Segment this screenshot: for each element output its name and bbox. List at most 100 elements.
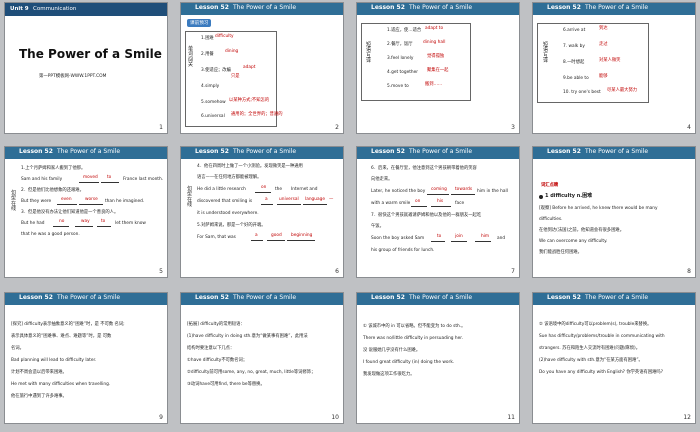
slide-number: 4	[687, 124, 691, 131]
note-line: ①have difficulty不可数名词；	[187, 358, 248, 363]
vocab-item: 1.困难	[201, 36, 214, 41]
slide-thumbnail-7[interactable]: Lesson 52 The Power of a Smile 6．后来，在餐厅里，…	[356, 146, 520, 278]
lesson-label: Lesson 52	[195, 294, 229, 301]
phrase-item: 10. try one's best	[563, 90, 601, 95]
phrase-item: 8.一时想起	[563, 60, 585, 65]
slide-number: 5	[159, 268, 163, 275]
lesson-topic: The Power of a Smile	[57, 294, 121, 301]
sentence-line: face	[455, 201, 465, 206]
slide-thumbnail-2[interactable]: Lesson 52 The Power of a Smile 课前预习 单词闯关 …	[180, 2, 344, 134]
slide-thumbnail-5[interactable]: Lesson 52 The Power of a Smile 句型在线 1.上个月…	[4, 146, 168, 278]
lesson-label: Lesson 52	[371, 294, 405, 301]
blank-answer: coming	[431, 187, 447, 192]
vertical-label: 单词闯关	[188, 46, 194, 68]
slide-thumbnail-9[interactable]: Lesson 52 The Power of a Smile [探究] diffi…	[4, 292, 168, 424]
slide-thumbnail-1[interactable]: Unit 9 Communication The Power of a Smil…	[4, 2, 168, 134]
vocab-answer: 只是	[231, 74, 240, 79]
lesson-label: Lesson 52	[19, 148, 53, 155]
slide-thumbnail-6[interactable]: Lesson 52 The Power of a Smile 句型在线 4．他在四…	[180, 146, 344, 278]
lesson-topic: The Power of a Smile	[233, 4, 297, 11]
sentence-line: 3．但是他没有办法让他们知道他是一个善良的人。	[21, 210, 119, 215]
note-line: I found great difficulty (in) doing the …	[363, 360, 455, 365]
slide-thumbnail-10[interactable]: Lesson 52 The Power of a Smile [拓展] diffi…	[180, 292, 344, 424]
vocab-item: 5.somehow	[201, 100, 226, 105]
lesson-label: Lesson 52	[19, 294, 53, 301]
slide-thumbnail-12[interactable]: Lesson 52 The Power of a Smile ② 该语境中的dif…	[532, 292, 696, 424]
note-line: 我发现做这项工作很吃力。	[363, 372, 415, 377]
example-line: difficulties.	[539, 217, 563, 222]
phrase-answer: dining hall	[423, 40, 446, 45]
phrase-item: 7. walk by	[563, 44, 585, 49]
note-line: 没 说服她几乎没有什么困难。	[363, 348, 421, 353]
sentence-line: 2．但是他们比他想象的还艰难。	[21, 188, 84, 193]
phrase-answer: adapt to	[425, 26, 444, 31]
phrase-item: 3.feel lonely	[387, 56, 414, 61]
vocab-item: 6.universal	[201, 114, 225, 119]
blank-answer: good	[271, 233, 282, 238]
phrase-item: 5.move to	[387, 84, 409, 89]
note-line: [探究] difficulty表示抽象意义的“困难”时，是 不可数 名词;	[11, 322, 125, 327]
phrase-answer: 搬到……	[425, 82, 443, 87]
blank-answer: universal	[279, 197, 299, 202]
blank-answer: moved	[83, 175, 98, 180]
example-line: We can overcome any difficulty.	[539, 239, 608, 244]
slide-header: Lesson 52 The Power of a Smile	[357, 147, 519, 159]
blank-answer: a	[255, 233, 258, 238]
lesson-topic: The Power of a Smile	[409, 148, 473, 155]
slide-number: 11	[507, 414, 515, 421]
blank-answer: to	[437, 234, 442, 239]
sentence-line: But they were	[21, 199, 52, 204]
lesson-label: Lesson 52	[195, 4, 229, 11]
note-line: 计划不周会造以后带来困难。	[11, 370, 67, 375]
phrase-item: 6.arrive at	[563, 28, 586, 33]
slide-thumbnail-8[interactable]: Lesson 52 The Power of a Smile 词汇点睛 1 dif…	[532, 146, 696, 278]
phrase-item: 2.餐厅，饭厅	[387, 42, 413, 47]
blank-answer: towards	[455, 187, 473, 192]
sentence-line: with a warm smile	[371, 201, 411, 206]
blank-answer: language	[305, 197, 326, 202]
sentence-line: 5.对萨姆来说，那是一个好的开端。	[197, 223, 266, 228]
slide-thumbnail-4[interactable]: Lesson 52 The Power of a Smile 短语互译 6.arr…	[532, 2, 696, 134]
slide-number: 7	[511, 268, 515, 275]
phrase-item: 4.get together	[387, 70, 419, 75]
note-line: He met with many difficulties when trave…	[11, 382, 111, 387]
lesson-label: Lesson 52	[371, 4, 405, 11]
lesson-topic: The Power of a Smile	[409, 4, 473, 11]
slide-header: Lesson 52 The Power of a Smile	[5, 293, 167, 305]
slide-number: 9	[159, 414, 163, 421]
sentence-line: 6．后来，在餐厅里，他注意到这个男孩朝带着他的笑容	[371, 166, 477, 171]
lesson-label: Lesson 52	[195, 148, 229, 155]
sentence-line: 午饭。	[371, 224, 384, 229]
phrase-item: 9.be able to	[563, 76, 589, 81]
lesson-label: Lesson 52	[371, 148, 405, 155]
lesson-label: Lesson 52	[547, 4, 581, 11]
sentence-line: For Sam, that was	[197, 235, 236, 240]
slide-thumbnail-3[interactable]: Lesson 52 The Power of a Smile 短语互译 1.适应，…	[356, 2, 520, 134]
sentence-line: than he imagined.	[105, 199, 145, 204]
vocab-answer: 以某种方式;不知怎的	[229, 98, 270, 103]
phrase-answer: 尽某人最大努力	[607, 88, 638, 93]
note-line: Do you have any difficulty with English?…	[539, 370, 663, 375]
blank-answer: even	[61, 197, 72, 202]
example-line: 我们能战胜任何困难。	[539, 250, 582, 255]
slide-header: Lesson 52 The Power of a Smile	[5, 147, 167, 159]
slide-thumbnail-11[interactable]: Lesson 52 The Power of a Smile ① 该城市中的 in…	[356, 292, 520, 424]
vertical-label: 句型在线	[11, 190, 17, 212]
slide-header: Lesson 52 The Power of a Smile	[357, 293, 519, 305]
vocab-answer: adapt	[243, 65, 256, 70]
sentence-line: 4．他在四周时上做了一个小测验。发现微笑是一种通用	[197, 164, 303, 169]
blank-answer: on	[261, 185, 267, 190]
slide-number: 8	[687, 268, 691, 275]
sentence-line: Internet and	[291, 187, 318, 192]
blank-answer: on	[415, 199, 421, 204]
sentence-line: 向他走来。	[371, 177, 393, 182]
slide-header: Lesson 52 The Power of a Smile	[181, 293, 343, 305]
vocab-item: 4.simply	[201, 84, 220, 89]
lesson-topic: The Power of a Smile	[233, 294, 297, 301]
note-line: Bad planning will lead to difficulty lat…	[11, 358, 97, 363]
sentence-line: Later, he noticed the boy	[371, 189, 426, 194]
blank-answer: to	[101, 219, 106, 224]
lesson-topic: The Power of a Smile	[57, 148, 121, 155]
note-line: strangers. 苏在和陌生人交流时有困难(问题/麻烦)。	[539, 346, 641, 351]
phrase-answer: 觉得孤独	[427, 54, 445, 59]
